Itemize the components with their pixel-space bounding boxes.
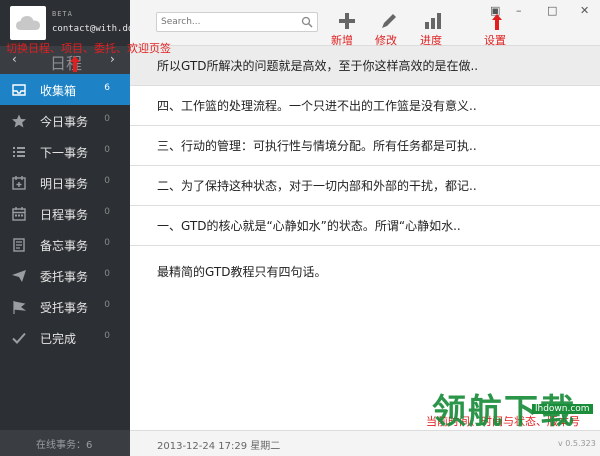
list-item[interactable]: 二、为了保持这种状态，对于一切内部和外部的干扰，都记.. <box>130 166 600 206</box>
search-icon[interactable] <box>301 16 313 28</box>
account-email[interactable]: contact@with.do <box>52 24 133 34</box>
annotation-arrow-icon <box>70 56 80 72</box>
toolbar: 新增 修改 进度 ▣ 设置 – □ ✕ <box>130 0 600 47</box>
check-icon <box>12 332 26 344</box>
settings-arrow-icon <box>492 14 502 30</box>
list-icon <box>13 147 25 157</box>
sidebar-item-delegated[interactable]: 委托事务 0 <box>0 260 130 291</box>
close-icon[interactable]: ✕ <box>580 4 589 17</box>
sidebar-item-label: 明日事务 <box>40 177 89 191</box>
add-icon[interactable] <box>336 10 358 32</box>
tab-switch-annotation: 切换日程、项目、委托、欢迎页签 <box>6 42 171 55</box>
sidebar-item-label: 委托事务 <box>40 270 89 284</box>
send-icon <box>12 270 26 282</box>
sidebar-item-count: 0 <box>104 238 110 248</box>
star-icon <box>12 114 26 128</box>
list-item-text: 一、GTD的核心就是“心静如水”的状态。所谓“心静如水.. <box>157 219 461 233</box>
status-bar: 2013-12-24 17:29 星期二 当前时间、时间与状态、版本号 v 0.… <box>130 415 600 456</box>
avatar[interactable] <box>10 6 46 40</box>
maximize-icon[interactable]: □ <box>547 4 557 17</box>
cloud-logo-icon <box>16 16 40 30</box>
sidebar-item-count: 0 <box>104 331 110 341</box>
search-box <box>156 12 318 32</box>
list-item[interactable]: 一、GTD的核心就是“心静如水”的状态。所谓“心静如水.. <box>130 206 600 246</box>
sidebar-item-inbox[interactable]: 收集箱 6 <box>0 74 130 105</box>
version-label: v 0.5.323 <box>558 439 596 448</box>
sidebar-item-received[interactable]: 受托事务 0 <box>0 291 130 322</box>
list-item[interactable]: 所以GTD所解决的问题就是高效，至于你这样高效的是在做.. <box>130 46 600 86</box>
sidebar-item-memo[interactable]: 备忘事务 0 <box>0 229 130 260</box>
edit-icon[interactable] <box>378 10 400 32</box>
flag-icon <box>13 301 27 314</box>
list-item[interactable]: 四、工作篮的处理流程。一个只进不出的工作篮是没有意义.. <box>130 86 600 126</box>
sidebar-item-label: 收集箱 <box>40 84 77 98</box>
sidebar-item-count: 0 <box>104 176 110 186</box>
calendar-icon <box>12 207 26 221</box>
sidebar-item-completed[interactable]: 已完成 0 <box>0 322 130 353</box>
progress-icon[interactable] <box>422 10 444 32</box>
sidebar-item-label: 日程事务 <box>40 208 89 222</box>
list-item-text: 四、工作篮的处理流程。一个只进不出的工作篮是没有意义.. <box>157 99 477 113</box>
sidebar-item-label: 下一事务 <box>40 146 89 160</box>
task-list: 所以GTD所解决的问题就是高效，至于你这样高效的是在做.. 四、工作篮的处理流程… <box>130 46 600 430</box>
online-tasks-count: 在线事务：6 <box>36 440 93 451</box>
list-item[interactable]: 三、行动的管理：可执行性与情境分配。所有任务都是可执.. <box>130 126 600 166</box>
list-item[interactable]: 最精简的GTD教程只有四句话。 <box>130 252 600 292</box>
list-item-text: 三、行动的管理：可执行性与情境分配。所有任务都是可执.. <box>157 139 477 153</box>
sidebar-item-count: 0 <box>104 269 110 279</box>
sidebar-item-schedule[interactable]: 日程事务 0 <box>0 198 130 229</box>
watermark-url: lhdown.com <box>532 404 593 414</box>
current-datetime: 2013-12-24 17:29 星期二 <box>157 441 281 452</box>
sidebar: BETA contact@with.do ‹ 日程 › 收集箱 6 今日事务 0 <box>0 0 133 456</box>
sidebar-item-label: 今日事务 <box>40 115 89 129</box>
search-input[interactable] <box>161 15 297 29</box>
sidebar-item-next[interactable]: 下一事务 0 <box>0 136 130 167</box>
list-item-text: 最精简的GTD教程只有四句话。 <box>157 265 327 279</box>
sidebar-menu: 收集箱 6 今日事务 0 下一事务 0 明日事务 0 日程事务 0 备忘事务 0… <box>0 74 130 353</box>
sidebar-item-today[interactable]: 今日事务 0 <box>0 105 130 136</box>
sidebar-item-label: 已完成 <box>40 332 77 346</box>
list-item-text: 二、为了保持这种状态，对于一切内部和外部的干扰，都记.. <box>157 179 477 193</box>
sidebar-item-count: 0 <box>104 300 110 310</box>
list-item-text: 所以GTD所解决的问题就是高效，至于你这样高效的是在做.. <box>157 59 479 73</box>
memo-icon <box>13 238 25 252</box>
sidebar-item-count: 0 <box>104 207 110 217</box>
sidebar-item-count: 6 <box>104 83 110 93</box>
minimize-icon[interactable]: – <box>516 4 522 17</box>
sidebar-footer: 在线事务：6 <box>0 430 130 456</box>
sidebar-item-count: 0 <box>104 145 110 155</box>
sidebar-item-label: 备忘事务 <box>40 239 89 253</box>
beta-label: BETA <box>52 10 73 18</box>
sidebar-item-label: 受托事务 <box>40 301 89 315</box>
calendar-plus-icon <box>12 176 26 190</box>
sidebar-item-count: 0 <box>104 114 110 124</box>
inbox-icon <box>12 84 26 96</box>
sidebar-item-tomorrow[interactable]: 明日事务 0 <box>0 167 130 198</box>
